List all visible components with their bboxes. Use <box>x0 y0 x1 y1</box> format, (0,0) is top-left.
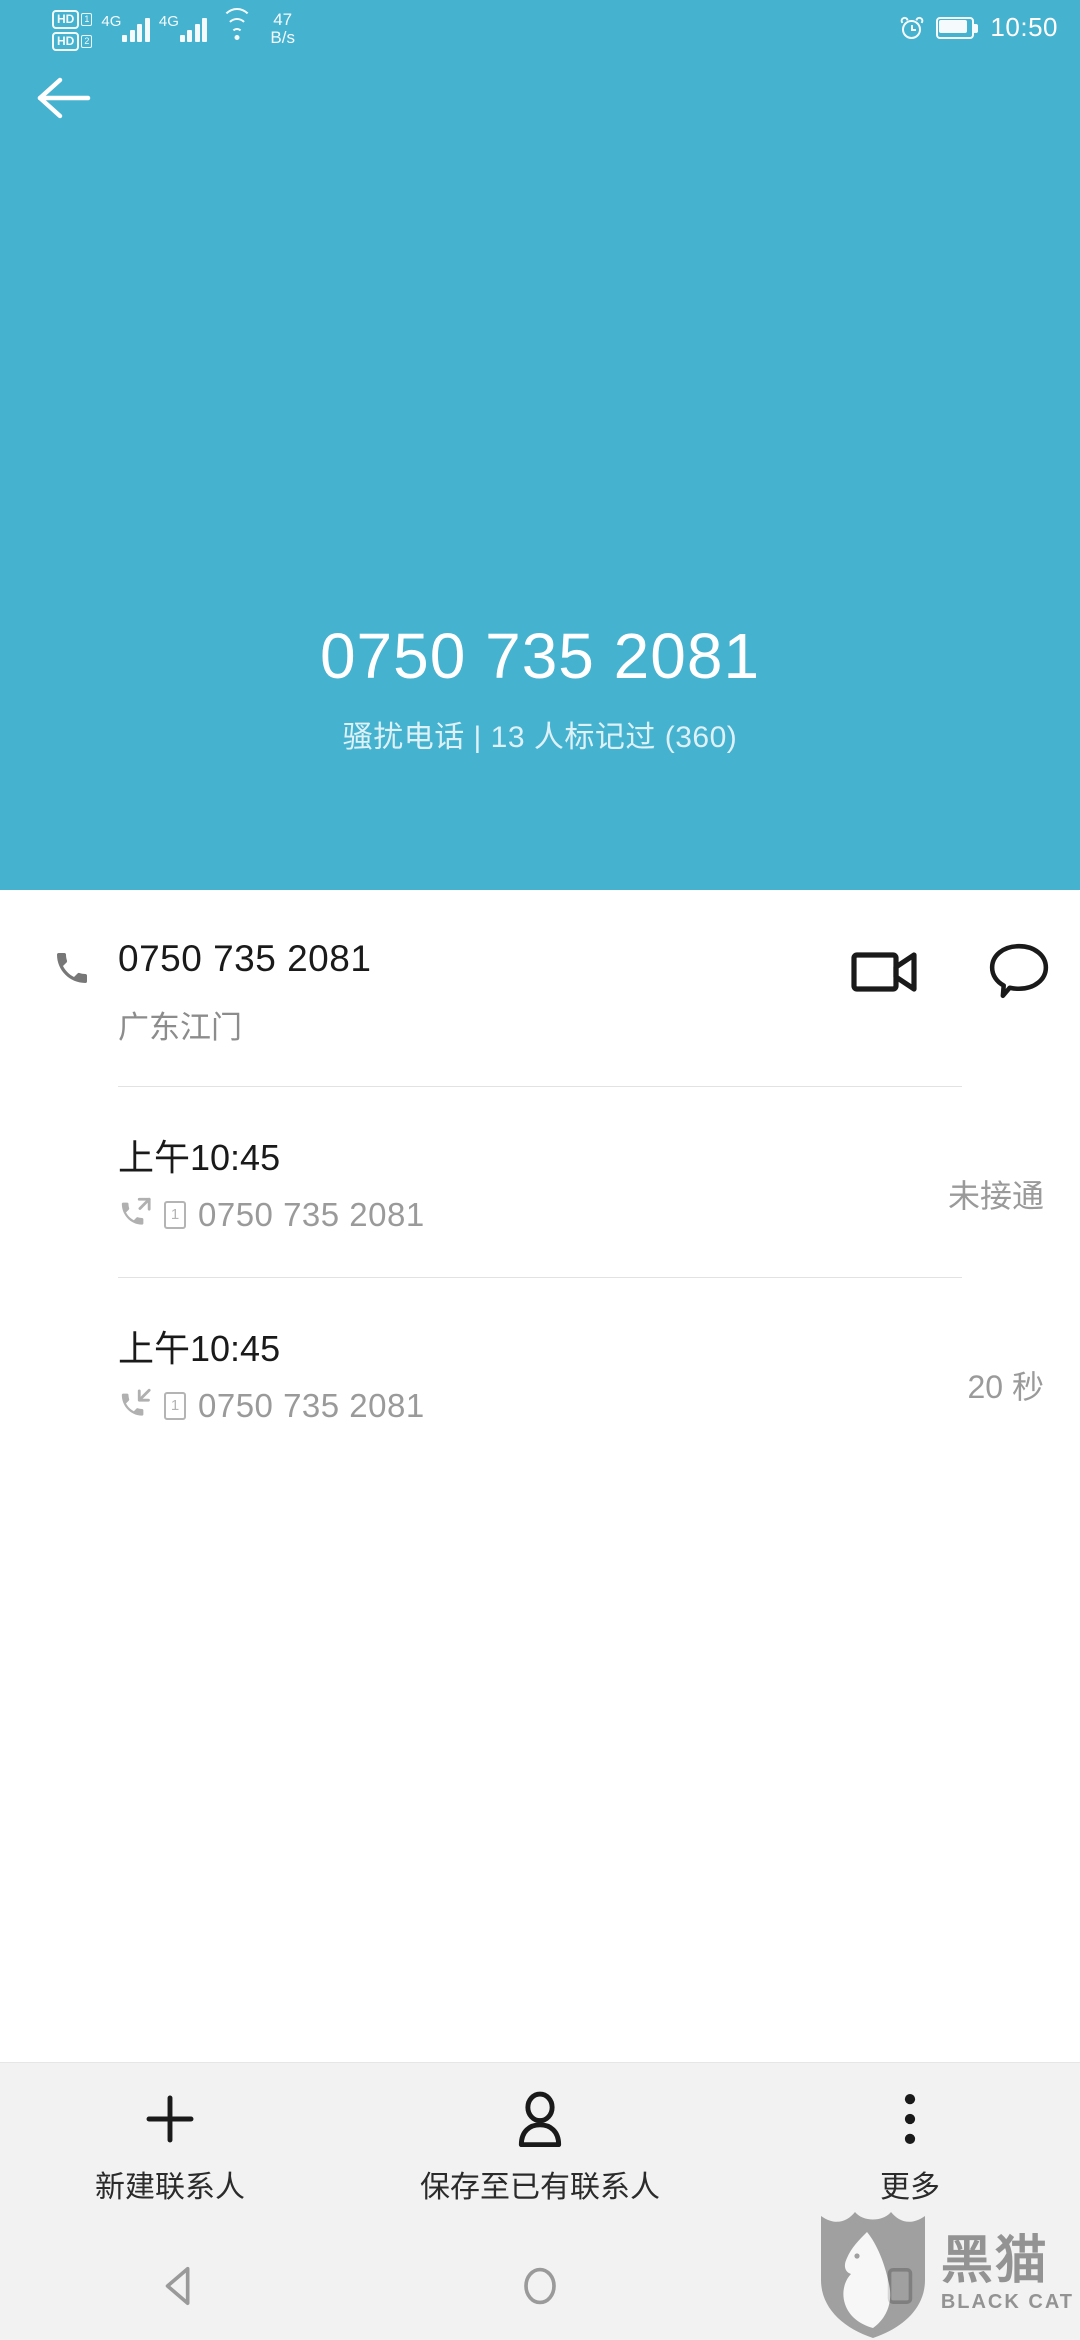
new-contact-label: 新建联系人 <box>95 2170 245 2204</box>
signal-indicator-1: 4G <box>101 8 150 42</box>
signal-bars-icon-1 <box>122 16 150 42</box>
hd-badge-2: HD <box>52 32 80 51</box>
signal-indicator-2: 4G <box>159 8 208 42</box>
network-speed-value: 47 <box>273 10 293 29</box>
message-bubble-icon <box>989 943 1049 999</box>
status-bar-right: 10:50 <box>899 12 1058 43</box>
call-meta: 1 0750 735 2081 <box>118 1386 425 1425</box>
alarm-clock-icon <box>899 15 926 40</box>
hd-sim-number-1: 1 <box>81 13 93 26</box>
hd-badge-1: HD <box>52 10 80 29</box>
call-log-item[interactable]: 上午10:45 1 0750 735 2081 未接通 <box>0 1087 1080 1277</box>
status-bar-left: HD 1 HD 2 4G 4G 47 B/s <box>52 8 295 51</box>
nav-home-circle-icon <box>524 2267 556 2305</box>
back-button[interactable] <box>30 68 94 128</box>
signal-bars-icon-2 <box>179 16 208 42</box>
nav-recents-square-icon <box>887 2268 913 2304</box>
call-time: 上午10:45 <box>118 1328 281 1369</box>
sim-badge: 1 <box>164 1200 186 1229</box>
network-speed-indicator: 47 B/s <box>270 11 295 47</box>
hd-sim-number-2: 2 <box>81 35 93 48</box>
more-vertical-icon <box>898 2090 922 2148</box>
back-arrow-icon <box>37 77 91 119</box>
nav-home-button[interactable] <box>480 2232 600 2340</box>
sim-badge: 1 <box>164 1391 186 1420</box>
phone-screen: HD 1 HD 2 4G 4G 47 B/s 10:50 0750 735 20… <box>0 0 1080 2340</box>
contact-location: 广东江门 <box>118 1010 242 1045</box>
nav-back-triangle-icon <box>165 2266 190 2306</box>
hd-indicator-sim2: HD 2 <box>52 32 93 51</box>
save-to-existing-contact-button[interactable]: 保存至已有联系人 <box>420 2090 660 2206</box>
call-time: 上午10:45 <box>118 1137 281 1178</box>
page-title-phone-number: 0750 735 2081 <box>319 620 761 692</box>
plus-icon <box>142 2090 198 2148</box>
call-log-item[interactable]: 上午10:45 1 0750 735 2081 20 秒 <box>0 1278 1080 1468</box>
video-call-button[interactable] <box>850 945 922 1002</box>
status-bar: HD 1 HD 2 4G 4G 47 B/s 10:50 <box>0 0 1080 60</box>
incoming-call-icon <box>118 1386 152 1425</box>
call-meta: 1 0750 735 2081 <box>118 1195 425 1234</box>
header-title-block: 0750 735 2081 骚扰电话 | 13 人标记过 (360) <box>0 620 1080 756</box>
nav-back-button[interactable] <box>120 2232 240 2340</box>
video-camera-icon <box>851 952 917 992</box>
spam-tag-subtitle: 骚扰电话 | 13 人标记过 (360) <box>342 720 738 754</box>
more-options-button[interactable]: 更多 <box>820 2090 1000 2206</box>
status-bar-clock: 10:50 <box>990 12 1058 42</box>
header-panel: HD 1 HD 2 4G 4G 47 B/s 10:50 0750 735 20… <box>0 0 1080 890</box>
new-contact-button[interactable]: 新建联系人 <box>80 2090 260 2206</box>
send-message-button[interactable] <box>988 942 1050 1005</box>
call-status: 未接通 <box>947 1178 1044 1214</box>
content-area: 0750 735 2081 广东江门 上午10:45 1 0750 735 20… <box>0 890 1080 2062</box>
system-navigation-bar <box>0 2232 1080 2340</box>
hd-indicator-sim1: HD 1 <box>52 10 93 29</box>
more-options-label: 更多 <box>880 2170 940 2204</box>
bottom-toolbar: 新建联系人 保存至已有联系人 更多 <box>0 2062 1080 2232</box>
call-log-number: 0750 735 2081 <box>198 1195 425 1233</box>
person-icon <box>514 2090 566 2148</box>
network-type-label-2: 4G <box>158 13 179 30</box>
volte-hd-indicators: HD 1 HD 2 <box>52 8 93 51</box>
contact-action-buttons <box>850 942 1050 1005</box>
network-type-label-1: 4G <box>101 13 122 30</box>
nav-recents-button[interactable] <box>840 2232 960 2340</box>
call-log-number: 0750 735 2081 <box>198 1386 425 1424</box>
call-duration: 20 秒 <box>967 1369 1045 1405</box>
contact-number-row[interactable]: 0750 735 2081 广东江门 <box>0 890 1080 1086</box>
phone-handset-icon <box>52 948 92 993</box>
wifi-icon <box>220 8 254 42</box>
network-speed-unit: B/s <box>270 27 295 47</box>
save-to-existing-contact-label: 保存至已有联系人 <box>420 2170 660 2204</box>
battery-icon <box>936 16 979 39</box>
contact-phone-number: 0750 735 2081 <box>118 938 372 979</box>
outgoing-call-icon <box>118 1195 152 1234</box>
